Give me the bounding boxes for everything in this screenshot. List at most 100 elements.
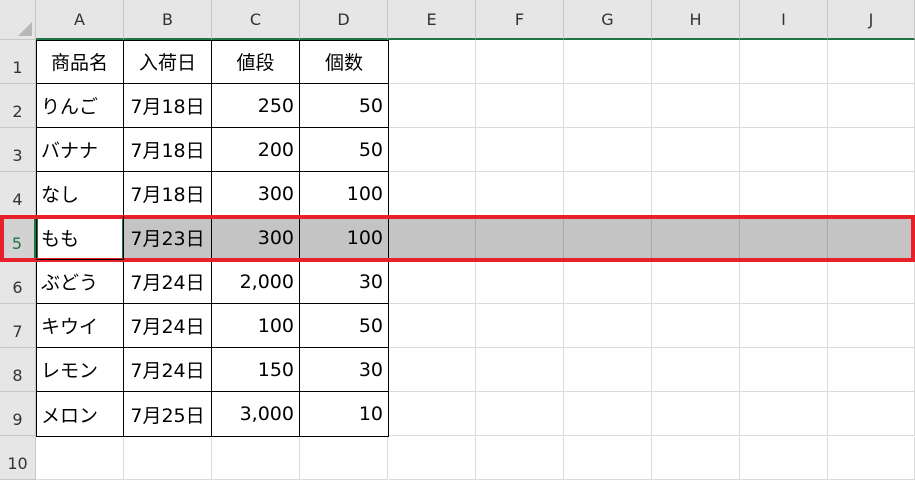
cell-i10[interactable]	[740, 437, 828, 480]
cell-h6[interactable]	[652, 260, 740, 304]
cell-i2[interactable]	[740, 84, 828, 128]
cell-e7[interactable]	[389, 304, 476, 348]
cell-h9[interactable]	[652, 392, 740, 436]
row-header-2[interactable]: 2	[0, 84, 36, 128]
cell-i3[interactable]	[740, 128, 828, 172]
row-header-9[interactable]: 9	[0, 392, 36, 436]
cell-h2[interactable]	[652, 84, 740, 128]
column-header-a[interactable]: A	[36, 0, 124, 40]
column-header-f[interactable]: F	[476, 0, 564, 40]
cell-b1[interactable]: 入荷日	[124, 40, 212, 84]
select-all-button[interactable]	[0, 0, 36, 40]
cell-a5[interactable]: もも	[36, 216, 124, 260]
column-header-c[interactable]: C	[212, 0, 300, 40]
cell-i5[interactable]	[740, 216, 828, 260]
row-header-5[interactable]: 5	[0, 216, 36, 260]
row-header-7[interactable]: 7	[0, 304, 36, 348]
cell-j6[interactable]	[828, 260, 915, 304]
cell-h4[interactable]	[652, 172, 740, 216]
cell-d1[interactable]: 個数	[300, 40, 389, 84]
cell-d8[interactable]: 30	[300, 348, 389, 392]
cell-a3[interactable]: バナナ	[36, 128, 124, 172]
cell-e3[interactable]	[389, 128, 476, 172]
column-header-h[interactable]: H	[652, 0, 740, 40]
cell-g4[interactable]	[564, 172, 652, 216]
cell-e10[interactable]	[389, 437, 476, 480]
cell-g1[interactable]	[564, 40, 652, 84]
row-header-10[interactable]: 10	[0, 436, 36, 480]
cell-g7[interactable]	[564, 304, 652, 348]
cell-d5[interactable]: 100	[300, 216, 389, 260]
cell-f1[interactable]	[476, 40, 564, 84]
cell-a7[interactable]: キウイ	[36, 304, 124, 348]
cell-j7[interactable]	[828, 304, 915, 348]
cell-e4[interactable]	[389, 172, 476, 216]
column-header-e[interactable]: E	[388, 0, 476, 40]
cell-b4[interactable]: 7月18日	[124, 172, 212, 216]
cell-h5[interactable]	[652, 216, 740, 260]
cell-g8[interactable]	[564, 348, 652, 392]
cell-e1[interactable]	[389, 40, 476, 84]
cell-d9[interactable]: 10	[300, 392, 389, 437]
column-header-b[interactable]: B	[124, 0, 212, 40]
row-header-8[interactable]: 8	[0, 348, 36, 392]
cell-c5[interactable]: 300	[212, 216, 300, 260]
cell-i7[interactable]	[740, 304, 828, 348]
cell-d4[interactable]: 100	[300, 172, 389, 216]
cell-f5[interactable]	[476, 216, 564, 260]
cell-f2[interactable]	[476, 84, 564, 128]
cell-c10[interactable]	[212, 437, 300, 480]
cell-c6[interactable]: 2,000	[212, 260, 300, 304]
cell-j1[interactable]	[828, 40, 915, 84]
cell-f10[interactable]	[476, 437, 564, 480]
cell-d10[interactable]	[300, 437, 388, 480]
cell-b6[interactable]: 7月24日	[124, 260, 212, 304]
cell-c9[interactable]: 3,000	[212, 392, 300, 437]
cell-e5[interactable]	[389, 216, 476, 260]
column-header-i[interactable]: I	[740, 0, 828, 40]
cell-b10[interactable]	[124, 437, 212, 480]
column-header-j[interactable]: J	[828, 0, 915, 40]
cell-j4[interactable]	[828, 172, 915, 216]
cell-i1[interactable]	[740, 40, 828, 84]
cell-d2[interactable]: 50	[300, 84, 389, 128]
cell-g3[interactable]	[564, 128, 652, 172]
cell-g6[interactable]	[564, 260, 652, 304]
row-header-6[interactable]: 6	[0, 260, 36, 304]
cell-e2[interactable]	[389, 84, 476, 128]
cell-h3[interactable]	[652, 128, 740, 172]
cell-b5[interactable]: 7月23日	[124, 216, 212, 260]
row-header-1[interactable]: 1	[0, 40, 36, 84]
cell-c8[interactable]: 150	[212, 348, 300, 392]
cell-f6[interactable]	[476, 260, 564, 304]
cell-a1[interactable]: 商品名	[36, 40, 124, 84]
cell-b7[interactable]: 7月24日	[124, 304, 212, 348]
cell-a9[interactable]: メロン	[36, 392, 124, 437]
row-header-4[interactable]: 4	[0, 172, 36, 216]
cell-f3[interactable]	[476, 128, 564, 172]
cell-j5[interactable]	[828, 216, 915, 260]
column-header-g[interactable]: G	[564, 0, 652, 40]
cell-a6[interactable]: ぶどう	[36, 260, 124, 304]
cell-f7[interactable]	[476, 304, 564, 348]
cell-j3[interactable]	[828, 128, 915, 172]
cell-i8[interactable]	[740, 348, 828, 392]
cell-h8[interactable]	[652, 348, 740, 392]
cell-f8[interactable]	[476, 348, 564, 392]
column-header-d[interactable]: D	[300, 0, 388, 40]
cell-j9[interactable]	[828, 392, 915, 436]
cell-c4[interactable]: 300	[212, 172, 300, 216]
cell-j10[interactable]	[828, 437, 915, 480]
row-header-3[interactable]: 3	[0, 128, 36, 172]
cell-a4[interactable]: なし	[36, 172, 124, 216]
cell-b8[interactable]: 7月24日	[124, 348, 212, 392]
cell-g10[interactable]	[564, 437, 652, 480]
cell-a8[interactable]: レモン	[36, 348, 124, 392]
cell-i4[interactable]	[740, 172, 828, 216]
cell-f4[interactable]	[476, 172, 564, 216]
cell-j2[interactable]	[828, 84, 915, 128]
cell-b9[interactable]: 7月25日	[124, 392, 212, 437]
cell-c2[interactable]: 250	[212, 84, 300, 128]
cell-d3[interactable]: 50	[300, 128, 389, 172]
cell-c7[interactable]: 100	[212, 304, 300, 348]
